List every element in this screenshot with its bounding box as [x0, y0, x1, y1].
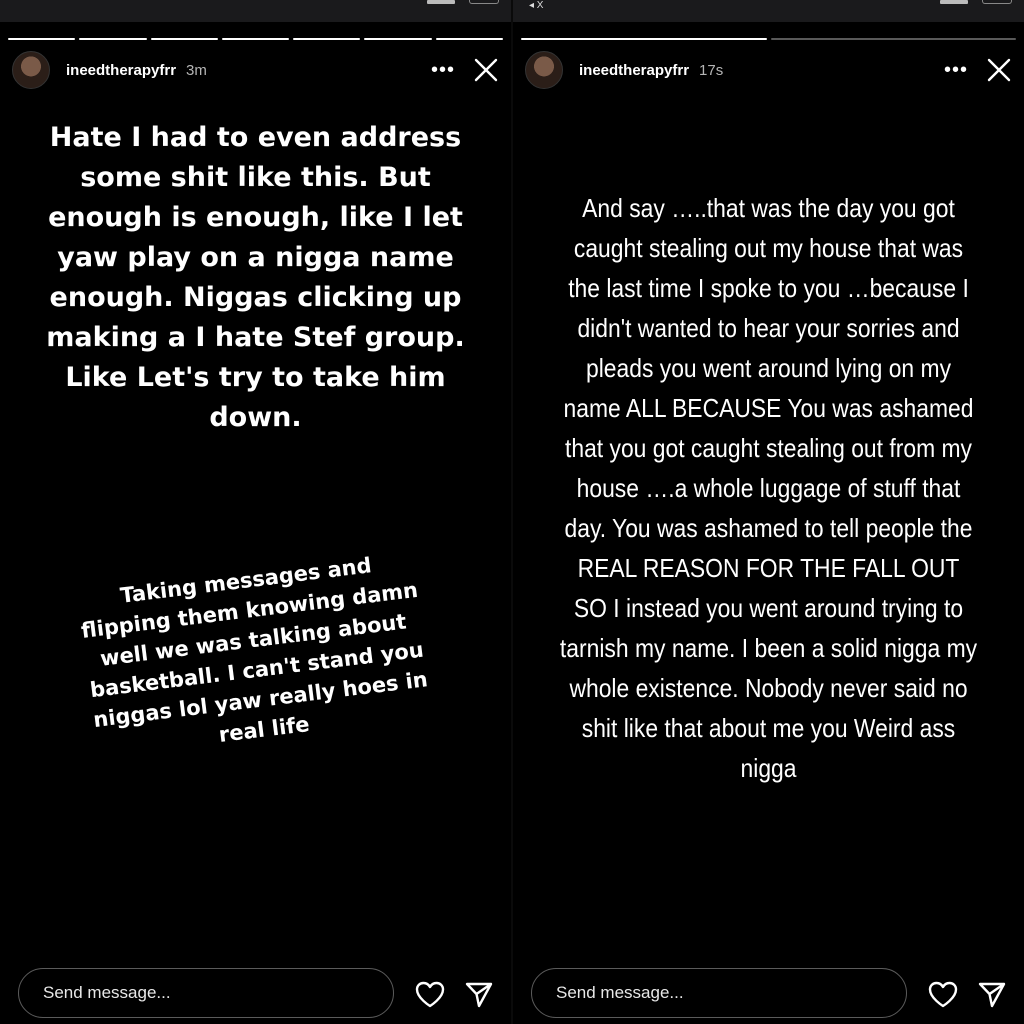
story-card[interactable]: ineedtherapyfrr 17s ••• And say …..that …: [513, 30, 1024, 936]
signal-icon: [940, 0, 968, 4]
status-bar: ◂ X: [513, 0, 1024, 22]
progress-segment: [221, 38, 290, 40]
username[interactable]: ineedtherapyfrr: [66, 62, 176, 79]
close-icon[interactable]: [473, 57, 499, 83]
progress-segment: [150, 38, 218, 40]
progress-segment: [521, 38, 767, 40]
story-header: ineedtherapyfrr 3m •••: [12, 50, 499, 90]
progress-segment: [293, 38, 361, 40]
battery-icon: [469, 0, 499, 4]
send-message-input[interactable]: [18, 968, 394, 1018]
status-bar: [0, 0, 511, 22]
send-message-input[interactable]: [531, 968, 907, 1018]
story-progress: [521, 38, 1016, 40]
send-icon[interactable]: [977, 980, 1007, 1008]
story-progress: [8, 38, 503, 40]
reply-bar: [513, 944, 1024, 1024]
story-main-text: Hate I had to even address some shit lik…: [46, 122, 465, 433]
story-viewer-right: ◂ X ineedtherapyfrr 17s ••• And say …..t…: [513, 0, 1024, 1024]
progress-segment: [770, 38, 1016, 40]
username[interactable]: ineedtherapyfrr: [579, 62, 689, 79]
progress-segment: [435, 38, 503, 40]
progress-segment: [8, 38, 76, 40]
avatar[interactable]: [12, 51, 50, 89]
close-icon[interactable]: [986, 57, 1012, 83]
progress-segment: [79, 38, 147, 40]
more-options-icon[interactable]: •••: [944, 60, 968, 80]
more-options-icon[interactable]: •••: [431, 60, 455, 80]
reply-bar: [0, 944, 511, 1024]
story-card[interactable]: ineedtherapyfrr 3m ••• Hate I had to eve…: [0, 30, 511, 936]
back-to-app-link[interactable]: ◂ X: [529, 0, 543, 11]
story-viewer-left: ineedtherapyfrr 3m ••• Hate I had to eve…: [0, 0, 511, 1024]
heart-icon[interactable]: [927, 980, 959, 1008]
send-icon[interactable]: [464, 980, 494, 1008]
avatar[interactable]: [525, 51, 563, 89]
story-header: ineedtherapyfrr 17s •••: [525, 50, 1012, 90]
post-time: 3m: [186, 61, 207, 79]
signal-icon: [427, 0, 455, 4]
battery-icon: [982, 0, 1012, 4]
story-secondary-text: Taking messages and flipping them knowin…: [79, 553, 430, 747]
progress-segment: [364, 38, 432, 40]
heart-icon[interactable]: [414, 980, 446, 1008]
post-time: 17s: [699, 61, 724, 79]
story-main-text: And say …..that was the day you got caug…: [559, 193, 978, 783]
